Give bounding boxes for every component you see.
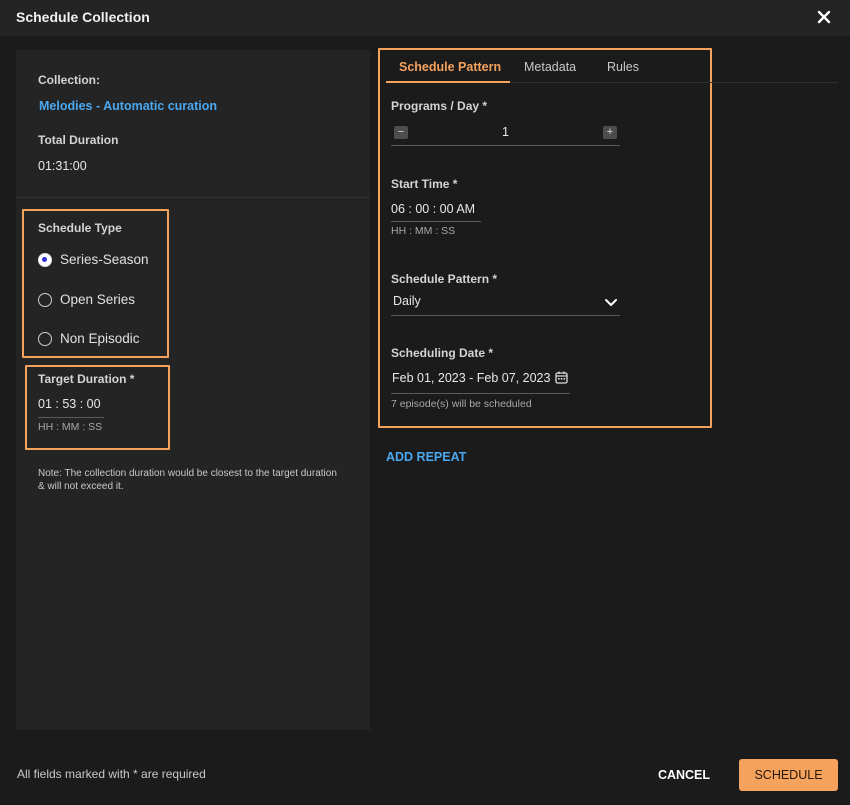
chevron-down-icon[interactable]: [604, 296, 618, 308]
tab-rules[interactable]: Rules: [607, 60, 639, 74]
programs-per-day-label: Programs / Day *: [391, 99, 488, 113]
increment-button[interactable]: +: [603, 126, 617, 139]
target-duration-underline: [38, 417, 104, 418]
total-duration-value: 01:31:00: [38, 159, 87, 173]
add-repeat-button[interactable]: ADD REPEAT: [386, 450, 466, 464]
duration-note: Note: The collection duration would be c…: [38, 468, 337, 492]
scheduling-date-underline: [391, 393, 570, 394]
target-duration-format: HH : MM : SS: [38, 421, 103, 433]
schedule-button[interactable]: SCHEDULE: [739, 759, 838, 791]
total-duration-label: Total Duration: [38, 133, 119, 147]
schedule-pattern-label: Schedule Pattern *: [391, 272, 498, 286]
scheduling-date-label: Scheduling Date *: [391, 346, 494, 360]
collection-name-link[interactable]: Melodies - Automatic curation: [39, 99, 217, 113]
start-time-format: HH : MM : SS: [391, 225, 456, 237]
dialog-header: Schedule Collection: [0, 0, 850, 36]
close-icon[interactable]: [815, 8, 833, 26]
panel-divider: [16, 197, 370, 198]
decrement-button[interactable]: −: [394, 126, 408, 139]
schedule-pattern-underline: [391, 315, 620, 316]
calendar-icon[interactable]: [554, 370, 569, 385]
tab-bar-divider: [510, 82, 838, 83]
start-time-label: Start Time *: [391, 177, 458, 191]
scheduling-date-helper: 7 episode(s) will be scheduled: [391, 398, 532, 410]
radio-label: Series-Season: [60, 252, 149, 267]
tab-schedule-pattern[interactable]: Schedule Pattern: [399, 60, 501, 74]
active-tab-indicator: [386, 81, 510, 83]
required-fields-note: All fields marked with * are required: [17, 767, 206, 781]
radio-non-episodic[interactable]: Non Episodic: [38, 331, 140, 346]
target-duration-input[interactable]: 01 : 53 : 00: [38, 397, 101, 411]
radio-unchecked-icon: [38, 331, 52, 346]
radio-series-season[interactable]: Series-Season: [38, 252, 149, 267]
dialog-title: Schedule Collection: [16, 9, 150, 25]
schedule-type-label: Schedule Type: [38, 221, 122, 235]
radio-unchecked-icon: [38, 292, 52, 307]
scheduling-date-input[interactable]: Feb 01, 2023 - Feb 07, 2023: [392, 371, 550, 385]
start-time-input[interactable]: 06 : 00 : 00 AM: [391, 202, 475, 216]
radio-label: Open Series: [60, 292, 136, 307]
collection-label: Collection:: [38, 73, 100, 87]
programs-per-day-input[interactable]: 1: [502, 125, 509, 139]
target-duration-label: Target Duration *: [38, 372, 135, 386]
radio-checked-icon: [38, 252, 52, 267]
programs-per-day-underline: [391, 145, 620, 146]
start-time-underline: [391, 221, 481, 222]
tab-metadata[interactable]: Metadata: [524, 60, 576, 74]
schedule-pattern-select[interactable]: Daily: [393, 294, 421, 308]
radio-label: Non Episodic: [60, 331, 140, 346]
radio-open-series[interactable]: Open Series: [38, 292, 135, 307]
cancel-button[interactable]: CANCEL: [650, 759, 718, 791]
